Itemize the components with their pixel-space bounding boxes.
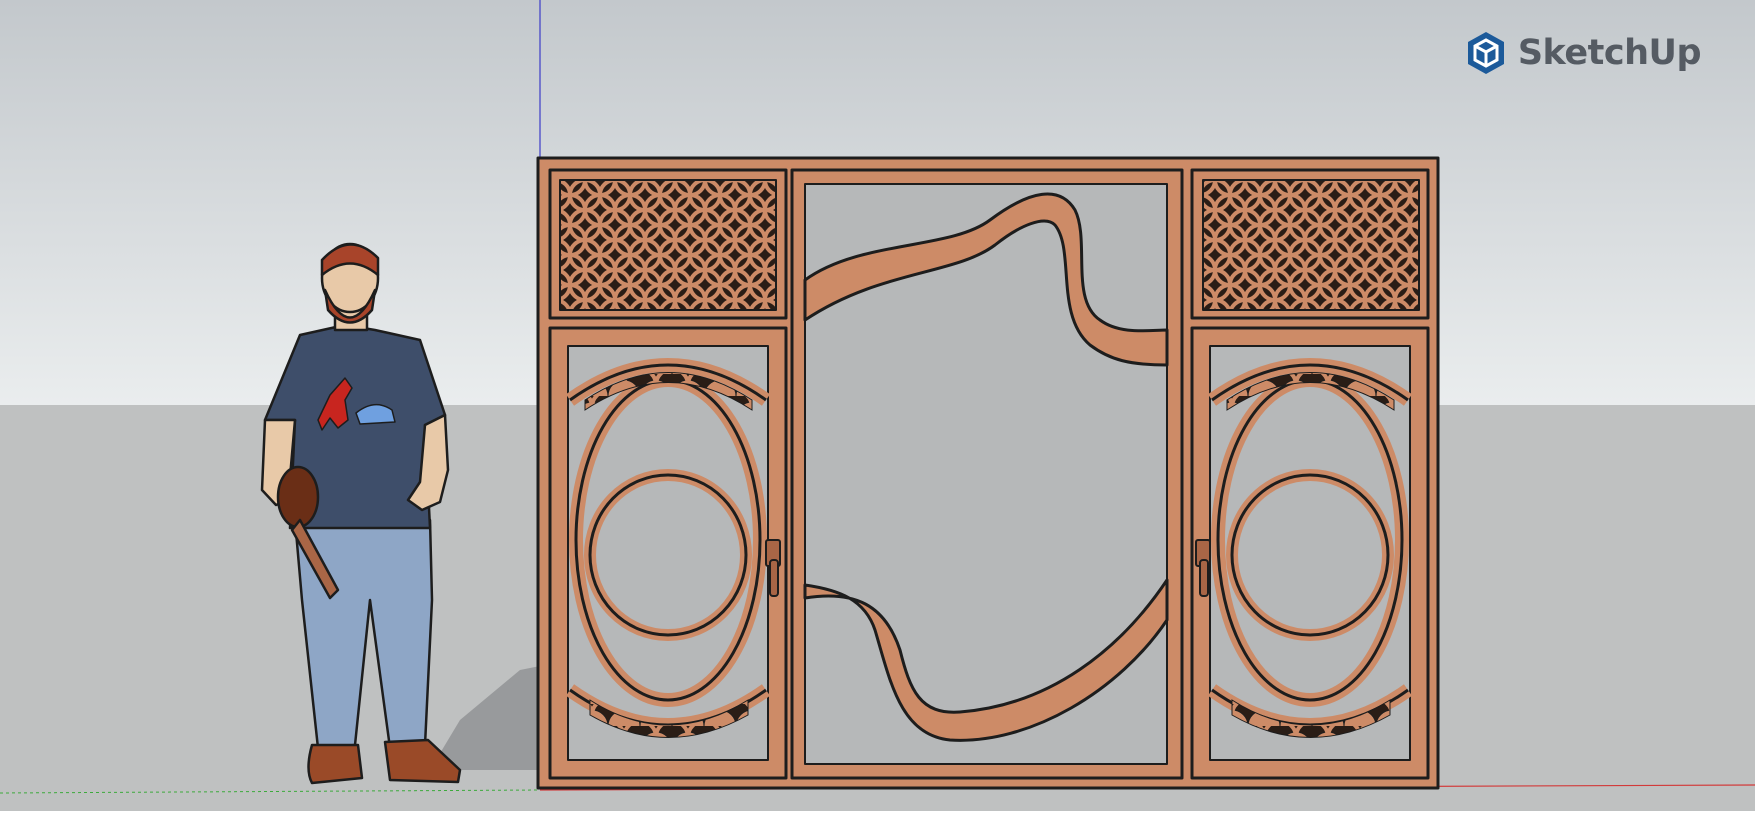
viewport[interactable]: SketchUp bbox=[0, 0, 1755, 811]
sketchup-logo-icon bbox=[1467, 32, 1504, 74]
sketchup-logo: SketchUp bbox=[1464, 28, 1702, 78]
brand-name: SketchUp bbox=[1517, 33, 1702, 73]
3d-scene[interactable] bbox=[0, 0, 1755, 811]
